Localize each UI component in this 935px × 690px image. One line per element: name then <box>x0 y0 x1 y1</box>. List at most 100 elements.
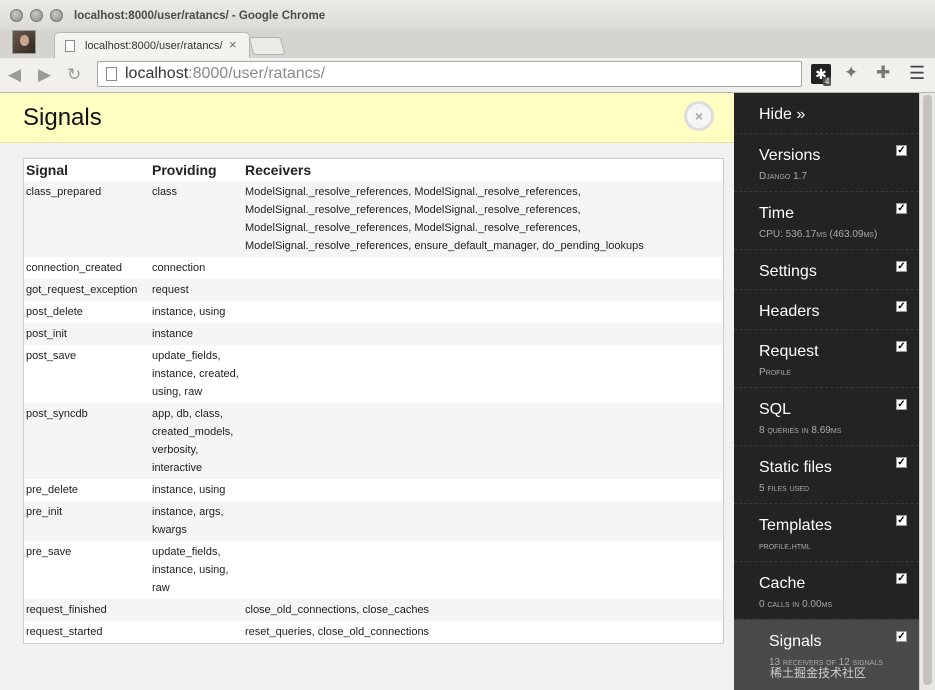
sidebar-item-subtitle: 8 queries in 8.69ms <box>759 425 842 436</box>
sidebar-item-subtitle: 0 calls in 0.00ms <box>759 599 833 610</box>
column-header-receivers: Receivers <box>245 162 312 178</box>
providing-cell <box>150 621 243 643</box>
tab-close-icon[interactable]: × <box>229 37 237 52</box>
providing-cell: instance, using <box>150 479 243 501</box>
panel-toggle-checkbox[interactable]: ✓ <box>896 399 907 410</box>
signal-cell: pre_save <box>24 541 150 599</box>
sidebar-item-cache[interactable]: Cache 0 calls in 0.00ms ✓ <box>734 561 919 619</box>
receivers-cell <box>243 501 723 541</box>
providing-cell: instance, using <box>150 301 243 323</box>
panel-toggle-checkbox[interactable]: ✓ <box>896 261 907 272</box>
signal-cell: post_save <box>24 345 150 403</box>
sidebar-item-title: Versions <box>759 147 821 164</box>
table-row: class_prepared class ModelSignal._resolv… <box>24 181 723 257</box>
url-text: localhost:8000/user/ratancs/ <box>125 65 326 82</box>
receivers-cell <box>243 279 723 301</box>
tab-title: localhost:8000/user/ratancs/ <box>85 40 223 52</box>
providing-cell: instance, args, kwargs <box>150 501 243 541</box>
sidebar-item-title: Templates <box>759 517 832 534</box>
providing-cell: update_fields, instance, created, using,… <box>150 345 243 403</box>
table-row: request_finished close_old_connections, … <box>24 599 723 621</box>
sidebar-item-title: Cache <box>759 575 806 592</box>
providing-cell: instance <box>150 323 243 345</box>
signal-cell: pre_delete <box>24 479 150 501</box>
panel-header: Signals × <box>0 93 734 143</box>
sidebar-item-headers[interactable]: Headers ✓ <box>734 289 919 329</box>
sidebar-item-static-files[interactable]: Static files 5 files used ✓ <box>734 445 919 503</box>
sidebar-item-request[interactable]: Request Profile ✓ <box>734 329 919 387</box>
scrollbar-thumb[interactable] <box>923 95 932 685</box>
signal-cell: class_prepared <box>24 181 150 257</box>
panel-toggle-checkbox[interactable]: ✓ <box>896 631 907 642</box>
close-icon[interactable]: × <box>684 101 714 131</box>
sidebar-item-time[interactable]: Time CPU: 536.17ms (463.09ms) ✓ <box>734 191 919 249</box>
receivers-cell: reset_queries, close_old_connections <box>243 621 723 643</box>
page-content: Signals × Signal Providing Receivers cla… <box>0 93 919 690</box>
back-icon[interactable]: ◀ <box>8 65 21 85</box>
table-row: pre_delete instance, using <box>24 479 723 501</box>
table-row: request_started reset_queries, close_old… <box>24 621 723 643</box>
extension-badge: 4 <box>823 77 832 86</box>
table-row: pre_save update_fields, instance, using,… <box>24 541 723 599</box>
table-header-row: Signal Providing Receivers <box>24 159 723 181</box>
signal-cell: request_started <box>24 621 150 643</box>
signal-cell: got_request_exception <box>24 279 150 301</box>
scrollbar[interactable] <box>919 93 935 690</box>
panel-toggle-checkbox[interactable]: ✓ <box>896 301 907 312</box>
sidebar-item-title: Time <box>759 205 794 222</box>
panel-toggle-checkbox[interactable]: ✓ <box>896 515 907 526</box>
window-title: localhost:8000/user/ratancs/ - Google Ch… <box>74 10 326 22</box>
column-header-providing: Providing <box>152 162 217 178</box>
signals-table: Signal Providing Receivers class_prepare… <box>23 158 724 644</box>
page-icon <box>106 67 117 81</box>
sidebar-item-subtitle: CPU: 536.17ms (463.09ms) <box>759 229 878 240</box>
signal-cell: post_syncdb <box>24 403 150 479</box>
page-title: Signals <box>23 104 102 131</box>
providing-cell: request <box>150 279 243 301</box>
window-minimize-button[interactable] <box>30 9 43 22</box>
receivers-cell <box>243 257 723 279</box>
puzzle-piece-icon[interactable]: ✚ <box>876 63 890 83</box>
forward-icon[interactable]: ▶ <box>38 65 51 85</box>
profile-avatar[interactable] <box>12 30 36 54</box>
puzzle-icon[interactable]: ✦ <box>844 63 858 83</box>
window-titlebar: localhost:8000/user/ratancs/ - Google Ch… <box>0 0 935 30</box>
address-bar[interactable]: localhost:8000/user/ratancs/ <box>97 61 802 87</box>
watermark: 稀土掘金技术社区 <box>770 666 867 680</box>
reload-icon[interactable]: ↻ <box>67 65 81 85</box>
panel-toggle-checkbox[interactable]: ✓ <box>896 457 907 468</box>
hide-toolbar-link[interactable]: Hide » <box>759 106 805 124</box>
sidebar-item-title: Signals <box>769 633 822 650</box>
panel-toggle-checkbox[interactable]: ✓ <box>896 341 907 352</box>
menu-icon[interactable]: ☰ <box>909 63 925 84</box>
new-tab-button[interactable] <box>248 37 286 55</box>
tab-strip: localhost:8000/user/ratancs/ × <box>0 30 935 58</box>
sidebar-item-sql[interactable]: SQL 8 queries in 8.69ms ✓ <box>734 387 919 445</box>
sidebar-item-settings[interactable]: Settings ✓ <box>734 249 919 289</box>
sidebar-item-title: SQL <box>759 401 792 418</box>
sidebar-item-versions[interactable]: Versions Django 1.7 ✓ <box>734 133 919 191</box>
sidebar-item-templates[interactable]: Templates profile.html ✓ <box>734 503 919 561</box>
window-maximize-button[interactable] <box>50 9 63 22</box>
table-row: got_request_exception request <box>24 279 723 301</box>
browser-toolbar: ◀ ▶ ↻ localhost:8000/user/ratancs/ ✱ 4 ✦… <box>0 58 935 93</box>
receivers-cell <box>243 541 723 599</box>
sidebar-item-title: Headers <box>759 303 820 320</box>
receivers-cell: ModelSignal._resolve_references, ModelSi… <box>243 181 723 257</box>
sidebar-item-title: Request <box>759 343 819 360</box>
receivers-cell: close_old_connections, close_caches <box>243 599 723 621</box>
panel-toggle-checkbox[interactable]: ✓ <box>896 145 907 156</box>
receivers-cell <box>243 403 723 479</box>
receivers-cell <box>243 323 723 345</box>
sidebar-item-subtitle: Profile <box>759 367 791 378</box>
providing-cell: app, db, class, created_models, verbosit… <box>150 403 243 479</box>
panel-toggle-checkbox[interactable]: ✓ <box>896 203 907 214</box>
providing-cell: connection <box>150 257 243 279</box>
window-close-button[interactable] <box>10 9 23 22</box>
table-row: connection_created connection <box>24 257 723 279</box>
browser-tab[interactable]: localhost:8000/user/ratancs/ × <box>54 32 250 58</box>
debug-toolbar-sidebar: Hide » Versions Django 1.7 ✓ Time CPU: 5… <box>725 93 919 690</box>
providing-cell: update_fields, instance, using, raw <box>150 541 243 599</box>
signal-cell: post_init <box>24 323 150 345</box>
panel-toggle-checkbox[interactable]: ✓ <box>896 573 907 584</box>
